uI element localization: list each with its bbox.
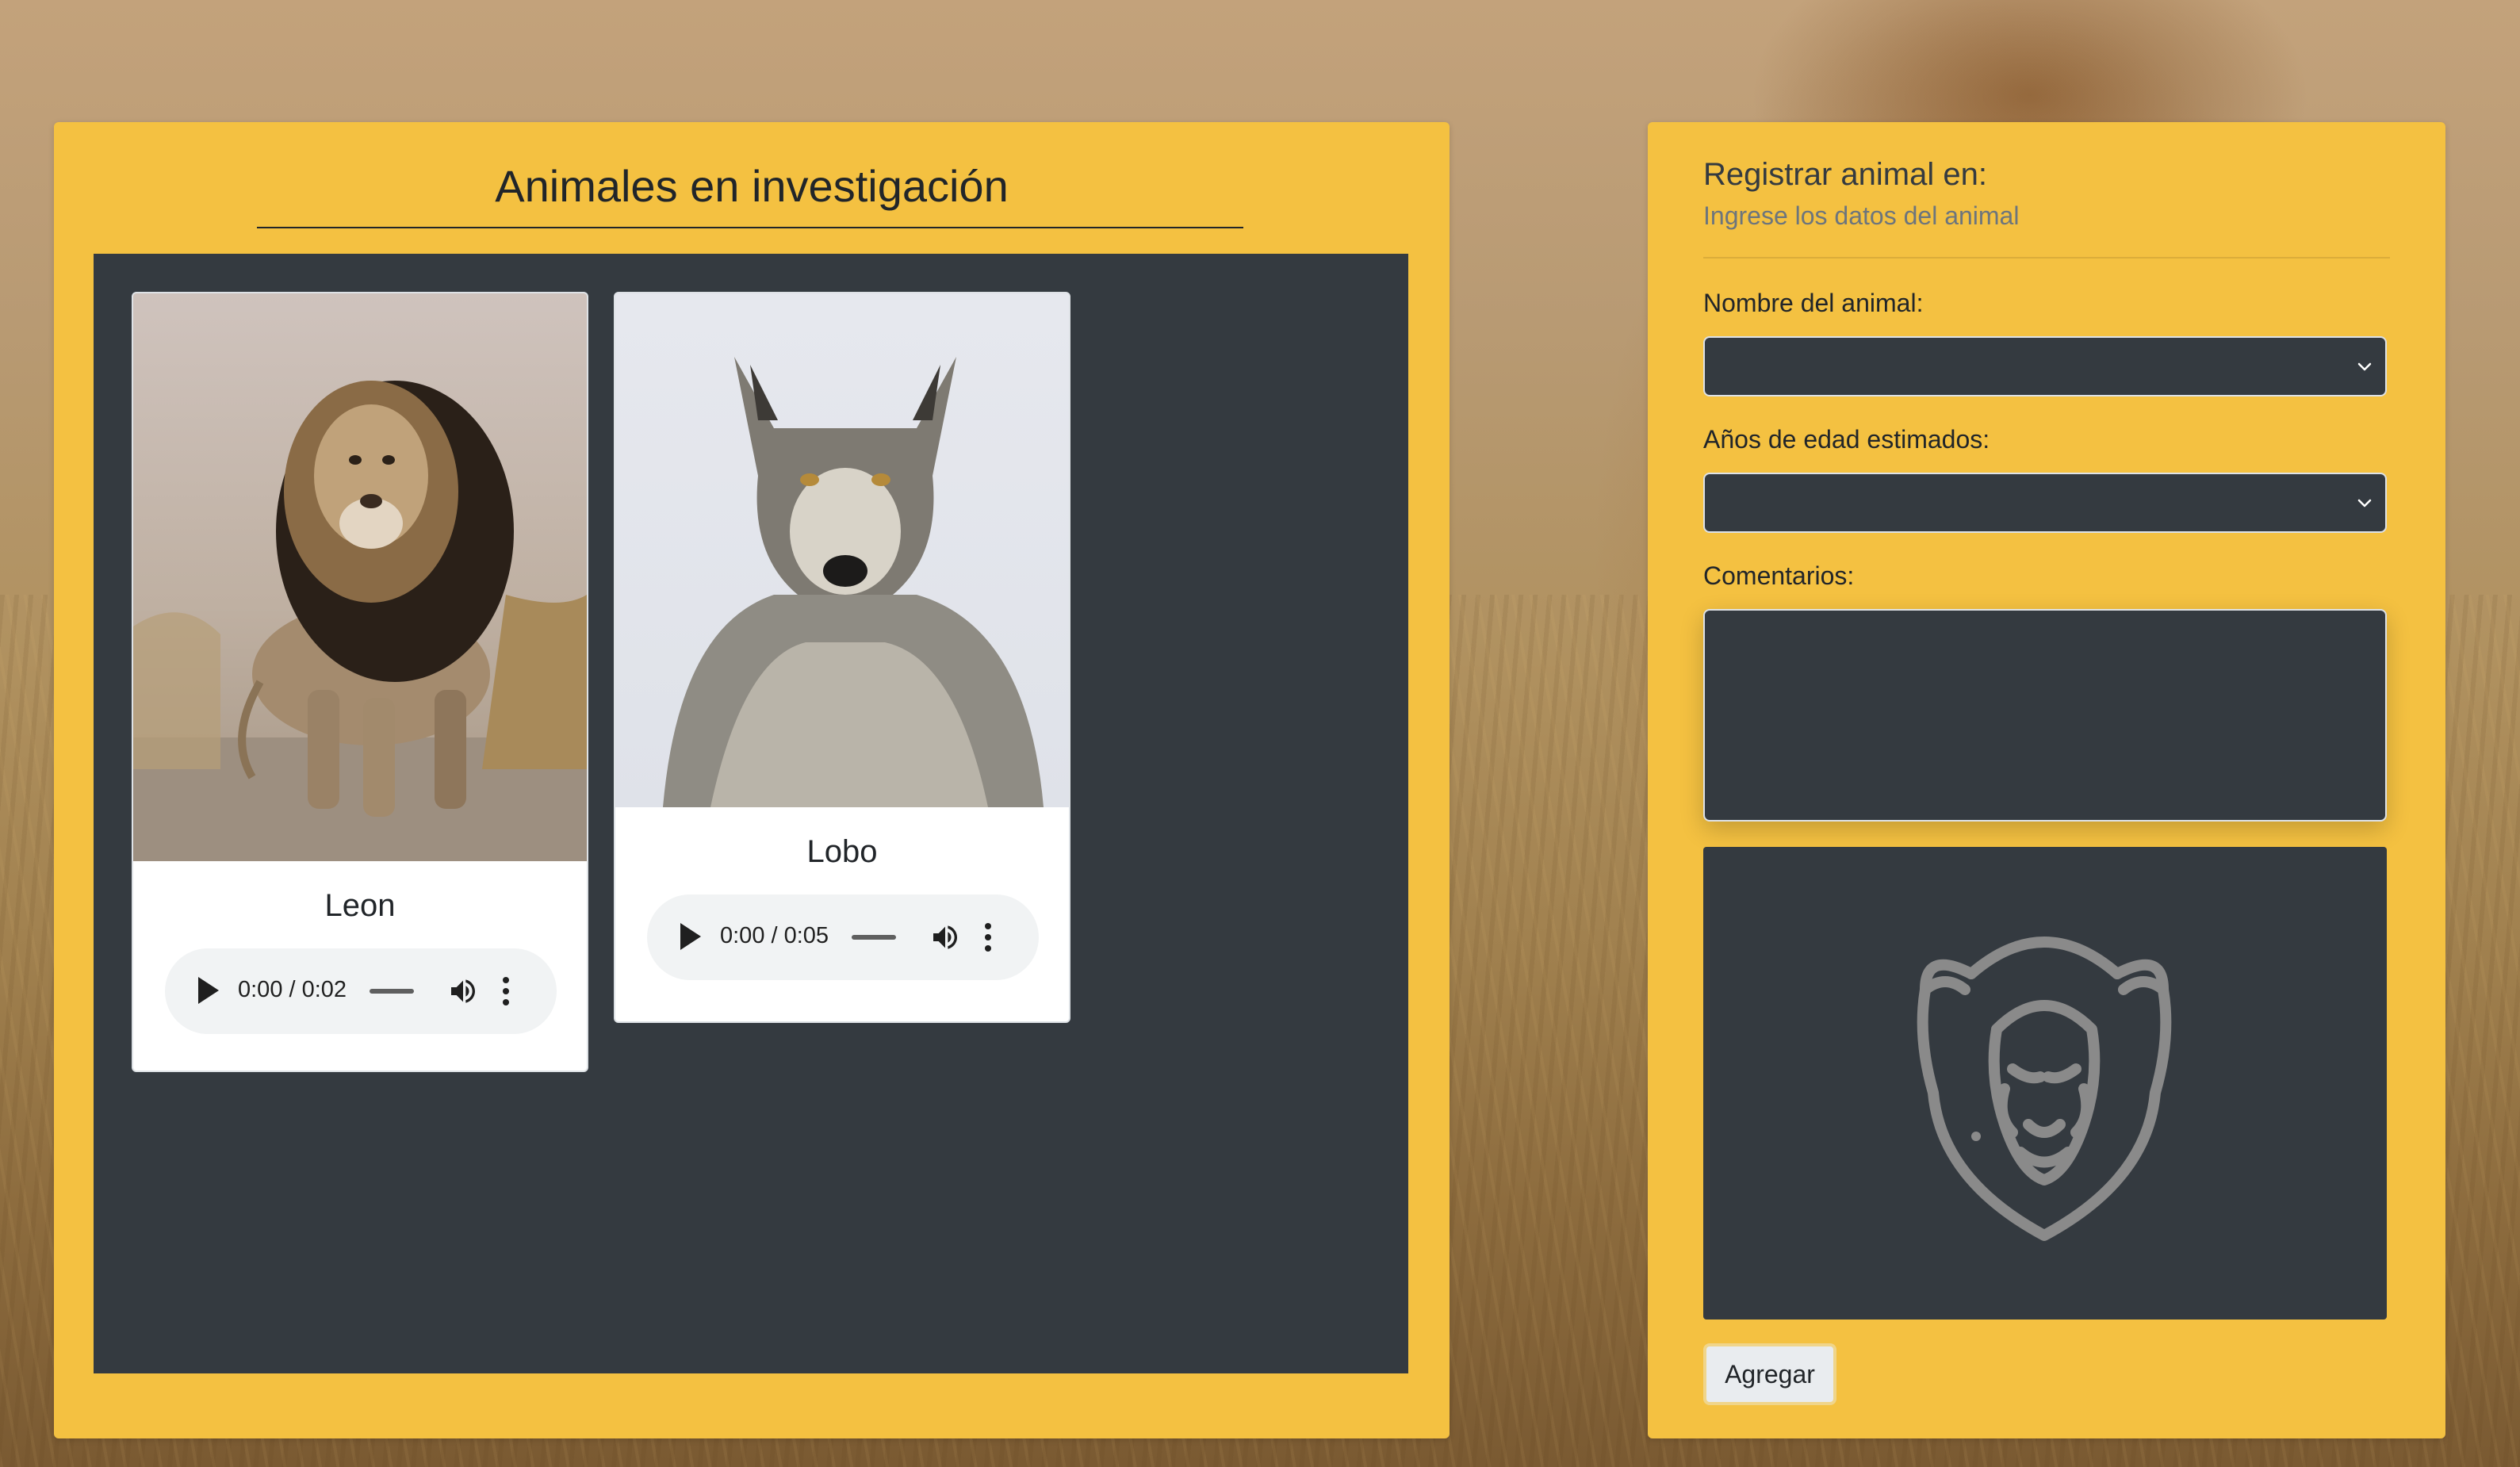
add-animal-button[interactable]: Agregar (1703, 1343, 1836, 1405)
audio-time: 0:00 / 0:02 (238, 977, 347, 1002)
comments-textarea[interactable] (1703, 609, 2387, 822)
card-title: Leon (324, 888, 396, 923)
animal-card-lobo: Lobo 0:00 / 0:05 (614, 292, 1070, 1023)
chevron-down-icon (2357, 499, 2372, 508)
age-select[interactable] (1703, 473, 2387, 533)
animals-gallery: Leon 0:00 / 0:02 Lobo 0:00 / 0:05 (94, 254, 1408, 1373)
volume-icon[interactable] (447, 975, 479, 1007)
play-icon[interactable] (680, 923, 701, 950)
lion-outline-icon (1917, 937, 2172, 1241)
wolf-photo (615, 293, 1069, 807)
comments-label: Comentarios: (1703, 561, 1855, 590)
card-title: Lobo (806, 834, 878, 869)
chevron-down-icon (2357, 362, 2372, 371)
audio-player[interactable]: 0:00 / 0:02 (165, 948, 557, 1034)
age-label: Años de edad estimados: (1703, 425, 1990, 454)
audio-progress-slider[interactable] (370, 989, 414, 994)
form-title: Registrar animal en: (1703, 157, 1987, 192)
volume-icon[interactable] (929, 921, 961, 953)
lion-photo (133, 293, 587, 861)
play-icon[interactable] (198, 977, 219, 1004)
more-options-icon[interactable] (983, 921, 993, 953)
animal-card-leon: Leon 0:00 / 0:02 (132, 292, 588, 1072)
animal-preview (1703, 847, 2387, 1320)
audio-player[interactable]: 0:00 / 0:05 (647, 894, 1039, 980)
animals-panel-title: Animales en investigación (495, 161, 1009, 211)
title-divider (257, 227, 1243, 228)
animals-panel: Animales en investigación Leon 0:00 / 0:… (54, 122, 1450, 1438)
register-form-panel: Registrar animal en: Ingrese los datos d… (1648, 122, 2445, 1438)
animal-name-label: Nombre del animal: (1703, 289, 1924, 317)
audio-time: 0:00 / 0:05 (720, 923, 829, 948)
more-options-icon[interactable] (501, 975, 511, 1007)
form-divider (1703, 257, 2390, 259)
form-subtitle: Ingrese los datos del animal (1703, 201, 2020, 230)
animal-name-select[interactable] (1703, 336, 2387, 396)
audio-progress-slider[interactable] (852, 935, 896, 940)
